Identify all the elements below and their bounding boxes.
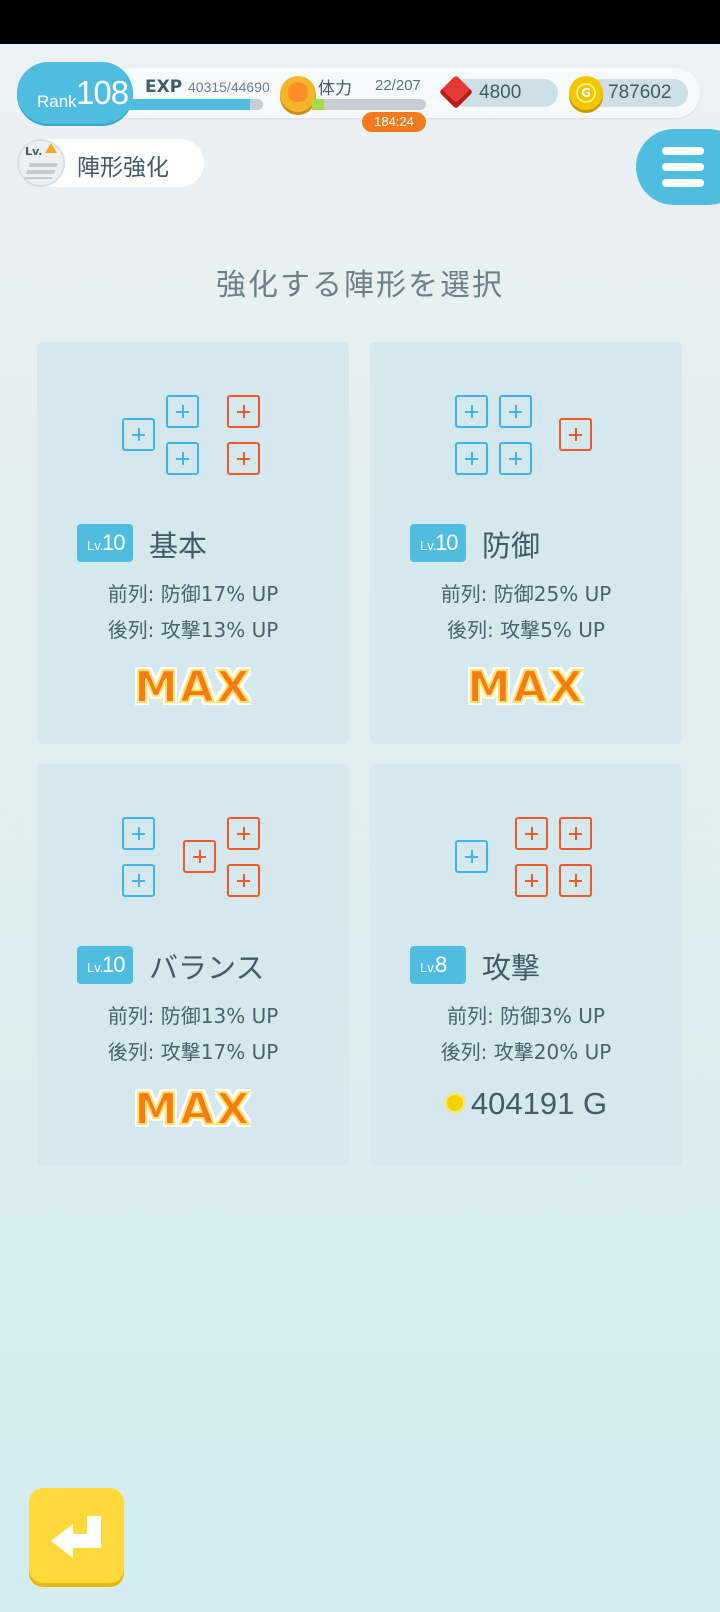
back-slot-icon <box>227 442 260 475</box>
upgrade-cost-value: 404191 G <box>470 1086 608 1121</box>
back-slot-icon <box>559 817 592 850</box>
level-number: 10 <box>435 530 459 555</box>
level-prefix: Lv. <box>87 960 104 975</box>
flexed-arm-icon[interactable] <box>280 76 316 112</box>
back-effect: 後列: 攻撃17% UP <box>107 1040 279 1064</box>
level-prefix: Lv. <box>87 538 104 553</box>
section-title: 強化する陣形を選択 <box>216 268 504 303</box>
front-slot-icon <box>166 442 199 475</box>
formation-card-basic[interactable]: Lv. 10 基本 前列: 防御17% UP 後列: 攻撃13% UP MAX <box>37 342 349 744</box>
max-badge: MAX <box>133 661 252 714</box>
back-effect: 後列: 攻撃20% UP <box>440 1040 612 1064</box>
level-number: 10 <box>102 952 126 977</box>
formation-diagram <box>370 764 682 914</box>
front-slot-icon <box>455 442 488 475</box>
formation-name: 防御 <box>482 529 541 563</box>
back-slot-icon <box>559 864 592 897</box>
formation-diagram <box>37 342 349 492</box>
level-badge: Lv. 10 <box>77 524 133 562</box>
back-slot-icon <box>227 817 260 850</box>
front-effect: 前列: 防御13% UP <box>107 1004 279 1028</box>
back-slot-icon <box>515 817 548 850</box>
coin-value: 787602 <box>608 82 672 103</box>
formation-name: 攻撃 <box>482 951 541 985</box>
front-slot-icon <box>499 442 532 475</box>
formation-card-attack[interactable]: Lv. 8 攻撃 前列: 防御3% UP 後列: 攻撃20% UP 404191… <box>370 764 682 1166</box>
front-slot-icon <box>499 395 532 428</box>
exp-value: 40315/44690 <box>188 79 270 95</box>
gold-coin-icon: G <box>569 76 603 110</box>
gold-coin-icon <box>444 1092 465 1113</box>
front-slot-icon <box>455 840 488 873</box>
exp-bar-fill <box>128 99 250 110</box>
level-up-icon-text: Lv. <box>25 145 43 158</box>
formation-card-defense[interactable]: Lv. 10 防御 前列: 防御25% UP 後列: 攻撃5% UP MAX <box>370 342 682 744</box>
max-badge: MAX <box>466 661 585 714</box>
level-number: 10 <box>102 530 126 555</box>
stamina-value: 22/207 <box>375 77 421 94</box>
gem-value: 4800 <box>479 82 522 103</box>
front-slot-icon <box>455 395 488 428</box>
level-prefix: Lv. <box>420 960 437 975</box>
level-up-icon: Lv. <box>17 139 65 187</box>
return-arrow-icon <box>51 1516 101 1558</box>
front-effect: 前列: 防御3% UP <box>447 1004 605 1028</box>
exp-bar <box>128 99 263 110</box>
back-slot-icon <box>515 864 548 897</box>
back-effect: 後列: 攻撃5% UP <box>447 618 605 642</box>
front-slot-icon <box>166 395 199 428</box>
front-effect: 前列: 防御25% UP <box>440 582 612 606</box>
formation-diagram <box>37 764 349 914</box>
back-slot-icon <box>183 840 216 873</box>
page-title: 陣形強化 <box>77 155 169 181</box>
stamina-label: 体力 <box>318 79 352 99</box>
front-effect: 前列: 防御17% UP <box>107 582 279 606</box>
level-badge: Lv. 8 <box>410 946 466 984</box>
rank-label: Rank <box>37 92 77 111</box>
upgrade-cost[interactable]: 404191 G <box>370 1086 682 1122</box>
stamina-timer: 184:24 <box>362 112 426 132</box>
front-slot-icon <box>122 864 155 897</box>
level-prefix: Lv. <box>420 538 437 553</box>
rank-badge: Rank 108 <box>17 62 133 124</box>
front-slot-icon <box>122 418 155 451</box>
hamburger-menu-icon[interactable] <box>636 129 720 205</box>
back-slot-icon <box>227 395 260 428</box>
formation-name: 基本 <box>149 529 208 563</box>
back-slot-icon <box>227 864 260 897</box>
level-badge: Lv. 10 <box>77 946 133 984</box>
exp-label: EXP <box>145 77 183 97</box>
rank-value: 108 <box>76 74 129 111</box>
level-number: 8 <box>435 952 447 977</box>
back-slot-icon <box>559 418 592 451</box>
front-slot-icon <box>122 817 155 850</box>
stamina-bar <box>312 99 426 110</box>
level-badge: Lv. 10 <box>410 524 466 562</box>
formation-diagram <box>370 342 682 492</box>
formation-card-balance[interactable]: Lv. 10 バランス 前列: 防御13% UP 後列: 攻撃17% UP MA… <box>37 764 349 1166</box>
stamina-bar-fill <box>312 99 325 110</box>
system-status-bar <box>0 0 720 44</box>
formation-name: バランス <box>149 951 265 985</box>
back-button[interactable] <box>29 1488 124 1583</box>
back-effect: 後列: 攻撃13% UP <box>107 618 279 642</box>
max-badge: MAX <box>133 1083 252 1136</box>
